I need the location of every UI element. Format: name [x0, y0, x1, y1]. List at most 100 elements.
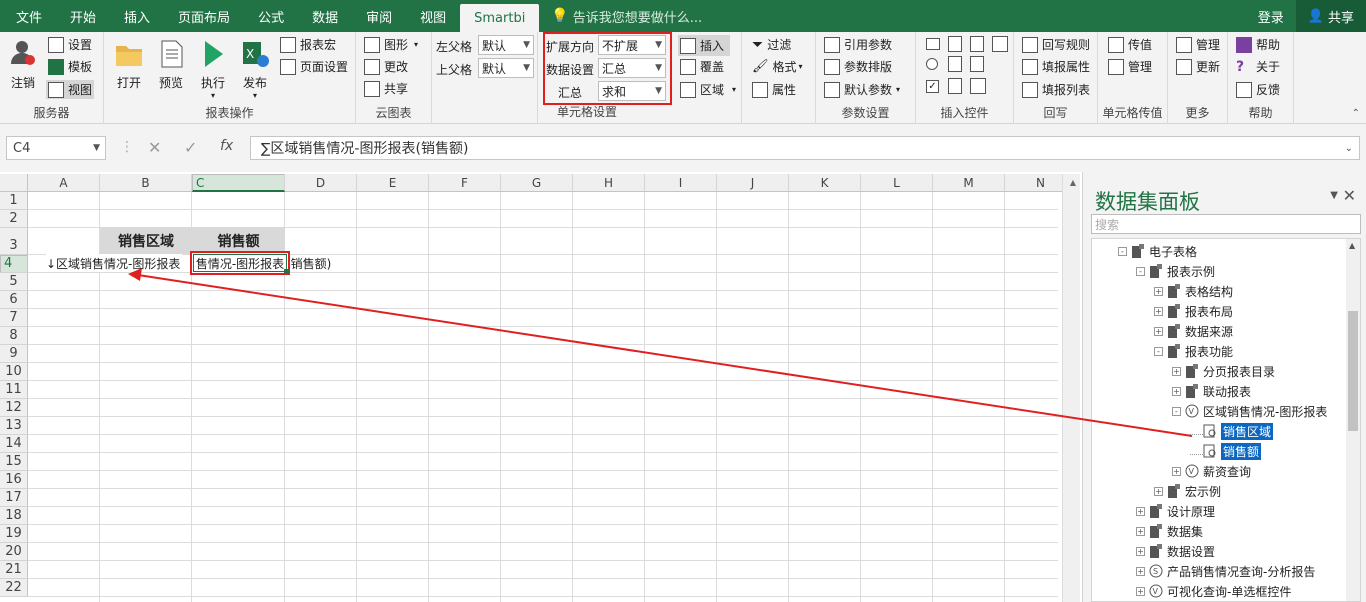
tree-scrollbar[interactable]: ▲	[1346, 239, 1360, 601]
row-header-11[interactable]: 11	[0, 381, 28, 399]
row-header-22[interactable]: 22	[0, 579, 28, 597]
column-header-B[interactable]: B	[100, 174, 192, 192]
default-param-button[interactable]: 默认参数 ▾	[824, 81, 900, 98]
area-button[interactable]: 区域 ▾	[680, 81, 736, 98]
select-all-corner[interactable]	[0, 174, 28, 192]
expand-icon[interactable]: +	[1172, 366, 1181, 376]
collapse-icon[interactable]: -	[1172, 406, 1181, 416]
expand-icon[interactable]: +	[1136, 566, 1145, 576]
tree-node[interactable]: + 联动报表	[1172, 381, 1251, 401]
row-header-13[interactable]: 13	[0, 417, 28, 435]
collapse-icon[interactable]: -	[1118, 246, 1127, 256]
tree-node[interactable]: + 数据设置	[1136, 541, 1215, 561]
menu-tab-7[interactable]: 视图	[406, 0, 460, 32]
menu-tab-6[interactable]: 审阅	[352, 0, 406, 32]
row-header-12[interactable]: 12	[0, 399, 28, 417]
tree-node[interactable]: + 数据集	[1136, 521, 1203, 541]
column-header-D[interactable]: D	[285, 174, 357, 192]
row-header-21[interactable]: 21	[0, 561, 28, 579]
tree-node[interactable]: + 设计原理	[1136, 501, 1215, 521]
calendar-control-icon[interactable]	[992, 36, 1008, 52]
collapse-icon[interactable]: -	[1136, 266, 1145, 276]
tree-node[interactable]: + 报表布局	[1154, 301, 1233, 321]
column-header-I[interactable]: I	[645, 174, 717, 192]
tell-me-box[interactable]: 💡 告诉我您想要做什么...	[551, 7, 702, 26]
tree-node[interactable]: 销售额	[1190, 441, 1262, 461]
expand-icon[interactable]: +	[1136, 586, 1145, 596]
row-header-17[interactable]: 17	[0, 489, 28, 507]
cell-b4[interactable]: ↓区域销售情况-图形报表	[46, 254, 183, 272]
label-control-icon[interactable]	[970, 78, 986, 94]
scroll-up-icon[interactable]: ▲	[1349, 241, 1355, 250]
tree-node[interactable]: + 分页报表目录	[1172, 361, 1275, 381]
attribute-button[interactable]: 属性	[752, 81, 796, 98]
expand-icon[interactable]: +	[1136, 526, 1145, 536]
formula-input[interactable]: ∑区域销售情况-图形报表(销售额) ⌄	[250, 136, 1360, 160]
tree-node[interactable]: + V 可视化查询-单选框控件	[1136, 581, 1291, 601]
column-header-H[interactable]: H	[573, 174, 645, 192]
row-header-19[interactable]: 19	[0, 525, 28, 543]
row-header-4[interactable]: 4	[0, 255, 28, 273]
row-header-6[interactable]: 6	[0, 291, 28, 309]
row-header-3[interactable]: 3	[0, 228, 28, 255]
pass-value-button[interactable]: 传值	[1108, 36, 1152, 53]
tree-control-icon[interactable]	[970, 36, 984, 52]
cancel-entry-button[interactable]: ✕	[148, 138, 161, 157]
collapse-ribbon-icon[interactable]: ⌃	[1352, 108, 1360, 119]
expand-icon[interactable]: +	[1154, 306, 1163, 316]
row-header-2[interactable]: 2	[0, 210, 28, 228]
feedback-button[interactable]: 反馈	[1236, 81, 1280, 98]
tree-node[interactable]: - 报表功能	[1154, 341, 1233, 361]
panel-search-input[interactable]: 搜索	[1091, 214, 1361, 234]
cell-c3[interactable]: 销售额	[192, 227, 285, 254]
cell-value-manage-button[interactable]: 管理	[1108, 58, 1152, 75]
expand-icon[interactable]: +	[1136, 506, 1145, 516]
tree-node[interactable]: + S 产品销售情况查询-分析报告	[1136, 561, 1315, 581]
menu-tab-1[interactable]: 开始	[56, 0, 110, 32]
fill-list-button[interactable]: 填报列表	[1022, 81, 1090, 98]
column-header-J[interactable]: J	[717, 174, 789, 192]
tree-node[interactable]: - V 区域销售情况-图形报表	[1172, 401, 1327, 421]
column-header-E[interactable]: E	[357, 174, 429, 192]
row-header-16[interactable]: 16	[0, 471, 28, 489]
filter-button[interactable]: ⏷ 过滤	[752, 36, 791, 53]
left-parent-select[interactable]: 默认 ▼	[478, 35, 534, 55]
update-button[interactable]: 更新	[1176, 58, 1220, 75]
param-layout-button[interactable]: 参数排版	[824, 58, 892, 75]
menu-tab-5[interactable]: 数据	[298, 0, 352, 32]
template-button[interactable]: 模板	[48, 58, 92, 75]
confirm-entry-button[interactable]: ✓	[184, 138, 197, 157]
insert-mode-button[interactable]: 插入	[678, 35, 731, 56]
checkbox-control-icon[interactable]: ✓	[926, 80, 939, 93]
radio-control-icon[interactable]	[926, 58, 938, 70]
row-header-8[interactable]: 8	[0, 327, 28, 345]
cell-c4[interactable]: 售情况-图形报表	[190, 251, 290, 275]
format-button[interactable]: 🖌 格式 ▾	[752, 58, 803, 75]
fill-attr-button[interactable]: 填报属性	[1022, 58, 1090, 75]
name-box[interactable]: C4 ▼	[6, 136, 106, 160]
insert-function-button[interactable]: fx	[220, 138, 233, 154]
open-button[interactable]: 打开	[114, 38, 144, 91]
collapse-icon[interactable]: -	[1154, 346, 1163, 356]
tree-node[interactable]: + 数据来源	[1154, 321, 1233, 341]
data-setting-select[interactable]: 汇总 ▼	[598, 58, 666, 78]
writeback-rule-button[interactable]: 回写规则	[1022, 36, 1090, 53]
logout-button[interactable]: 注销	[8, 38, 38, 91]
execute-button[interactable]: 执行 ▾	[198, 38, 228, 100]
column-header-G[interactable]: G	[501, 174, 573, 192]
report-macro-button[interactable]: 报表宏	[280, 36, 336, 53]
row-header-1[interactable]: 1	[0, 192, 28, 210]
spreadsheet-grid[interactable]: ABCDEFGHIJKLMN 1 2 3 4 5 6 7 8 9 10 11 12 13 14 15 16 17…	[0, 172, 1080, 602]
textbox-control-icon[interactable]	[926, 38, 940, 50]
cover-mode-button[interactable]: 覆盖	[680, 58, 724, 75]
row-header-14[interactable]: 14	[0, 435, 28, 453]
share-button[interactable]: 👤 共享	[1295, 0, 1366, 32]
tree-scroll-thumb[interactable]	[1348, 311, 1358, 431]
tree-node[interactable]: - 报表示例	[1136, 261, 1215, 281]
menu-tab-0[interactable]: 文件	[2, 0, 56, 32]
chart-button[interactable]: 图形 ▾	[364, 36, 418, 53]
menu-tab-2[interactable]: 插入	[110, 0, 164, 32]
top-parent-select[interactable]: 默认 ▼	[478, 58, 534, 78]
close-icon[interactable]: ✕	[1343, 186, 1356, 205]
ref-param-button[interactable]: 引用参数	[824, 36, 892, 53]
